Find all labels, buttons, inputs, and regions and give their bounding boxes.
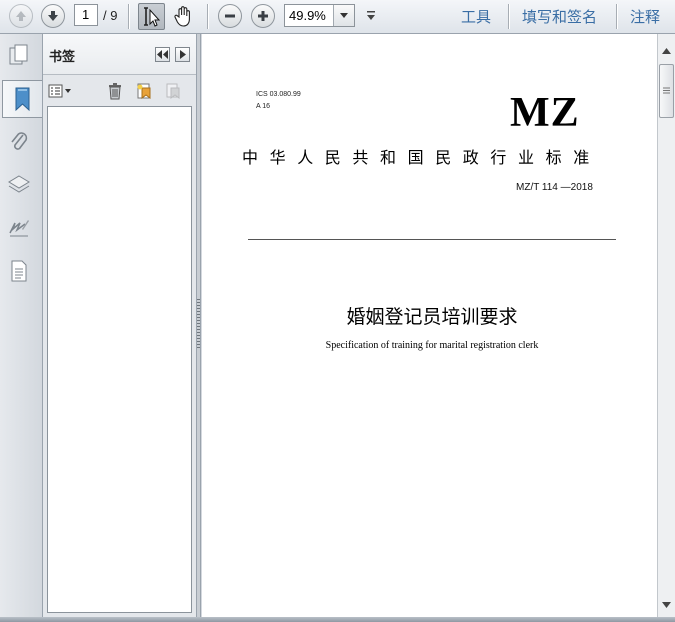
select-tool-button[interactable] (138, 3, 165, 30)
hand-icon (174, 6, 190, 27)
chevron-right-icon (179, 50, 186, 59)
fill-sign-link[interactable]: 填写和签名 (522, 6, 597, 27)
vertical-scrollbar[interactable] (657, 34, 675, 617)
panel-header: 书签 (43, 34, 196, 75)
document-title-chinese: 婚姻登记员培训要求 (346, 306, 518, 328)
attachments-panel-button[interactable] (5, 126, 33, 156)
delete-bookmark-button[interactable] (105, 81, 125, 101)
new-bookmark-button[interactable] (134, 81, 154, 101)
new-bookmark-icon (137, 83, 151, 99)
content-icon (11, 260, 27, 282)
category-code: A 16 (256, 103, 271, 110)
panel-toolbar (43, 75, 196, 107)
minus-icon (225, 14, 235, 18)
standard-number: MZ/T 114 —2018 (516, 182, 593, 193)
bookmarks-panel-button[interactable] (2, 80, 42, 118)
signatures-panel-button[interactable] (5, 212, 33, 242)
pages-icon (9, 44, 28, 65)
plus-icon (258, 11, 268, 21)
expand-panel-button[interactable] (175, 47, 190, 62)
scroll-up-icon[interactable] (662, 48, 671, 54)
ics-code: ICS 03.080.99 (256, 91, 301, 98)
page-number-input[interactable]: 1 (74, 4, 98, 26)
bookmark-icon (15, 87, 29, 112)
scroll-down-icon[interactable] (662, 602, 671, 608)
separator (508, 4, 509, 29)
zoom-value: 49.9% (289, 8, 326, 23)
status-strip (0, 617, 675, 622)
header-divider (248, 239, 616, 240)
panel-splitter[interactable] (196, 34, 201, 617)
standard-logo: MZ (510, 90, 580, 136)
separator (207, 4, 208, 29)
page-total: / 9 (103, 8, 118, 23)
collapse-panel-button[interactable] (155, 47, 170, 62)
list-options-icon (48, 84, 71, 98)
expand-bookmark-button[interactable] (163, 81, 183, 101)
scrollbar-thumb[interactable] (659, 64, 674, 118)
chevron-down-icon (340, 13, 348, 18)
splitter-grip[interactable] (197, 299, 200, 349)
options-menu-button[interactable] (47, 81, 73, 101)
content-panel-button[interactable] (5, 256, 33, 286)
document-page: ICS 03.080.99 A 16 MZ 中华人民共和国民政行业标准 MZ/T… (202, 34, 657, 617)
navigation-rail (0, 34, 43, 617)
organization-title: 中华人民共和国民政行业标准 (242, 148, 601, 167)
zoom-dropdown-button[interactable] (333, 5, 354, 26)
next-page-button[interactable] (41, 4, 65, 28)
bookmarks-panel: 书签 (43, 34, 196, 617)
bookmark-list[interactable] (47, 106, 192, 613)
text-cursor-icon (144, 7, 161, 27)
prev-page-button[interactable] (9, 4, 33, 28)
panel-title: 书签 (49, 50, 76, 65)
separator (616, 4, 617, 29)
more-tools-button[interactable] (364, 8, 378, 24)
pages-panel-button[interactable] (5, 40, 33, 70)
signature-icon (9, 220, 29, 237)
zoom-out-button[interactable] (218, 4, 242, 28)
trash-icon (109, 83, 121, 100)
separator (128, 4, 129, 29)
arrow-up-icon (16, 11, 26, 21)
overflow-menu-icon (367, 11, 375, 20)
comment-link[interactable]: 注释 (630, 6, 660, 27)
hand-tool-button[interactable] (171, 3, 197, 30)
layers-panel-button[interactable] (5, 169, 33, 199)
zoom-in-button[interactable] (251, 4, 275, 28)
tools-link[interactable]: 工具 (461, 6, 491, 27)
grip-lines-icon (663, 87, 670, 94)
zoom-select[interactable]: 49.9% (284, 4, 355, 27)
arrow-down-icon (48, 11, 58, 21)
toolbar: 1 / 9 49.9% 工具 填写和签名 注释 (0, 0, 675, 34)
attachment-icon (11, 132, 28, 150)
double-chevron-left-icon (157, 50, 168, 59)
bookmark-properties-icon (166, 83, 180, 99)
document-title-english: Specification of training for marital re… (325, 340, 539, 351)
layers-icon (8, 175, 30, 193)
